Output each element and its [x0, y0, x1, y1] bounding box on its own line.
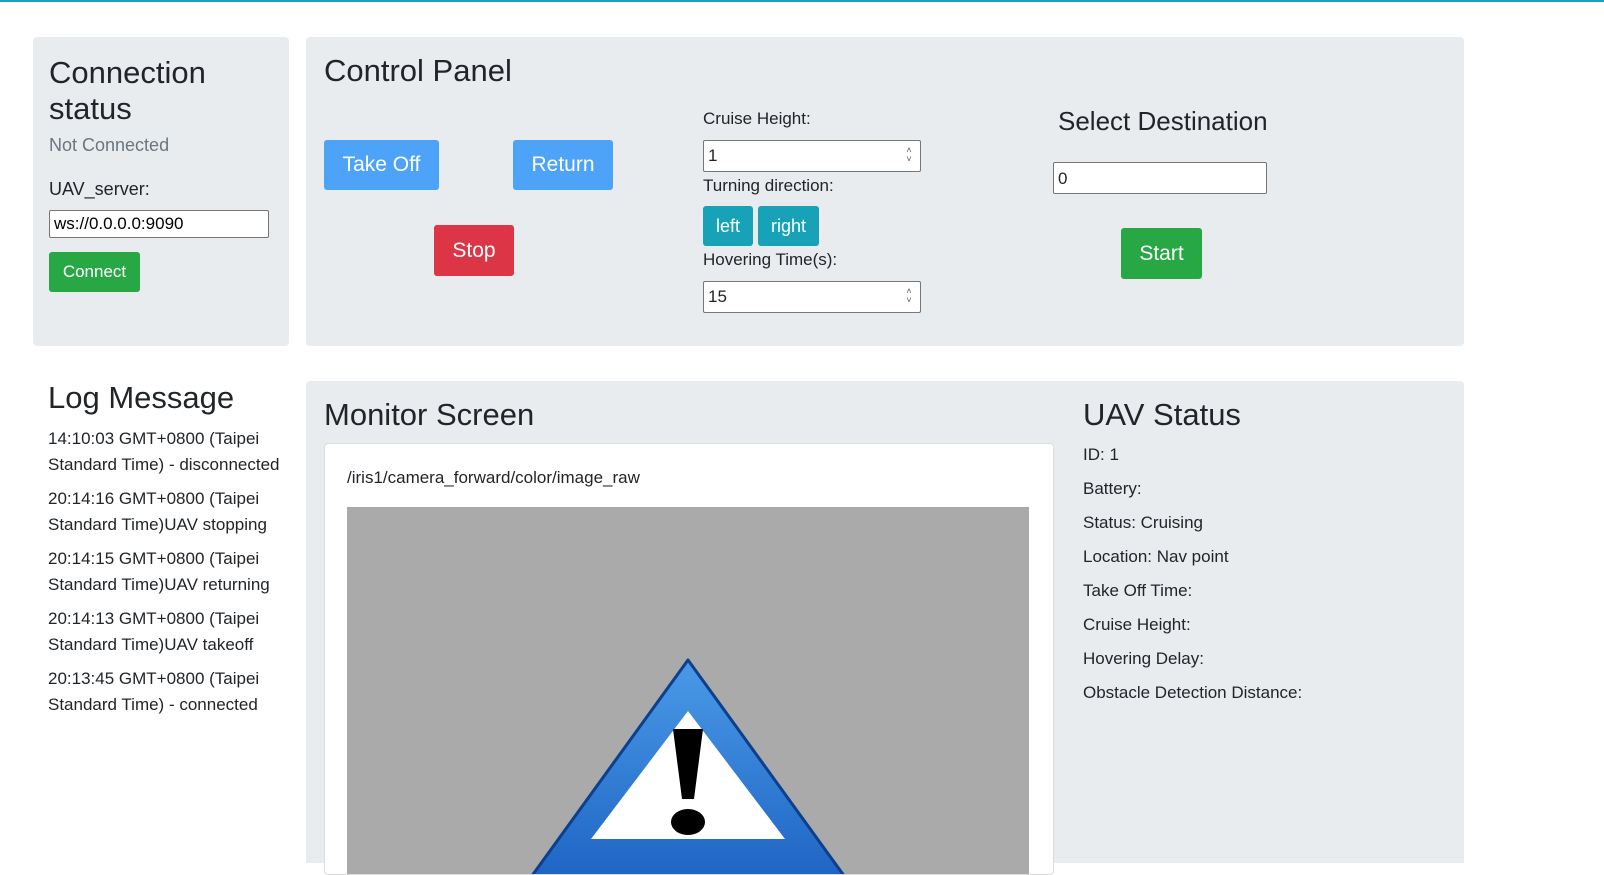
log-entry: 20:14:16 GMT+0800 (Taipei Standard Time)…: [48, 489, 267, 534]
log-entry: 20:14:13 GMT+0800 (Taipei Standard Time)…: [48, 609, 260, 654]
uav-battery: Battery:: [1083, 479, 1142, 498]
warning-icon: [531, 658, 845, 874]
hovering-time-value: 15: [708, 287, 727, 306]
destination-input[interactable]: 0: [1053, 162, 1267, 194]
uav-takeoff-time: Take Off Time:: [1083, 581, 1193, 600]
hovering-time-label: Hovering Time(s):: [703, 250, 838, 269]
uav-location: Location: Nav point: [1083, 547, 1229, 566]
turn-left-button[interactable]: left: [703, 206, 753, 246]
hovering-time-input[interactable]: 15 ˄ ˅: [703, 281, 921, 313]
log-title: Log Message: [48, 380, 235, 415]
monitor-title: Monitor Screen: [324, 397, 535, 432]
uav-status-title: UAV Status: [1083, 397, 1241, 432]
connection-status-text: Not Connected: [49, 135, 170, 155]
spinner-icon[interactable]: ˄ ˅: [902, 287, 916, 307]
cruise-height-label: Cruise Height:: [703, 109, 811, 128]
server-url-input[interactable]: [49, 210, 269, 238]
log-entry: 20:14:15 GMT+0800 (Taipei Standard Time)…: [48, 549, 270, 594]
connection-panel: Connection status Not Connected UAV_serv…: [33, 37, 289, 346]
control-panel: Control Panel Take Off Return Stop Cruis…: [306, 37, 1464, 346]
camera-card: /iris1/camera_forward/color/image_raw: [324, 443, 1054, 875]
uav-hovering-delay: Hovering Delay:: [1083, 649, 1204, 668]
turning-direction-label: Turning direction:: [703, 176, 834, 195]
turn-right-button[interactable]: right: [758, 206, 819, 246]
cruise-height-value: 1: [708, 146, 718, 165]
top-accent-line: [0, 0, 1604, 2]
cruise-height-input[interactable]: 1 ˄ ˅: [703, 140, 921, 172]
connect-button[interactable]: Connect: [49, 252, 140, 292]
select-destination-title: Select Destination: [1058, 106, 1268, 136]
log-entry: 14:10:03 GMT+0800 (Taipei Standard Time)…: [48, 429, 280, 474]
monitor-panel: Monitor Screen /iris1/camera_forward/col…: [306, 381, 1464, 875]
connection-title: Connection status: [49, 55, 206, 126]
takeoff-button[interactable]: Take Off: [324, 140, 439, 190]
uav-state: Status: Cruising: [1083, 513, 1203, 532]
uav-id: ID: 1: [1083, 445, 1119, 464]
return-button[interactable]: Return: [513, 140, 613, 190]
stop-button[interactable]: Stop: [434, 225, 514, 276]
log-entry: 20:13:45 GMT+0800 (Taipei Standard Time)…: [48, 669, 260, 714]
uav-cruise-height: Cruise Height:: [1083, 615, 1191, 634]
camera-image: [347, 507, 1029, 874]
spinner-icon[interactable]: ˄ ˅: [902, 146, 916, 166]
destination-value: 0: [1058, 169, 1068, 188]
control-panel-title: Control Panel: [324, 53, 512, 88]
uav-obstacle-distance: Obstacle Detection Distance:: [1083, 683, 1303, 702]
server-label: UAV_server:: [49, 179, 150, 199]
camera-topic: /iris1/camera_forward/color/image_raw: [347, 468, 640, 487]
log-section: Log Message 14:10:03 GMT+0800 (Taipei St…: [48, 380, 288, 718]
start-button[interactable]: Start: [1121, 228, 1202, 279]
